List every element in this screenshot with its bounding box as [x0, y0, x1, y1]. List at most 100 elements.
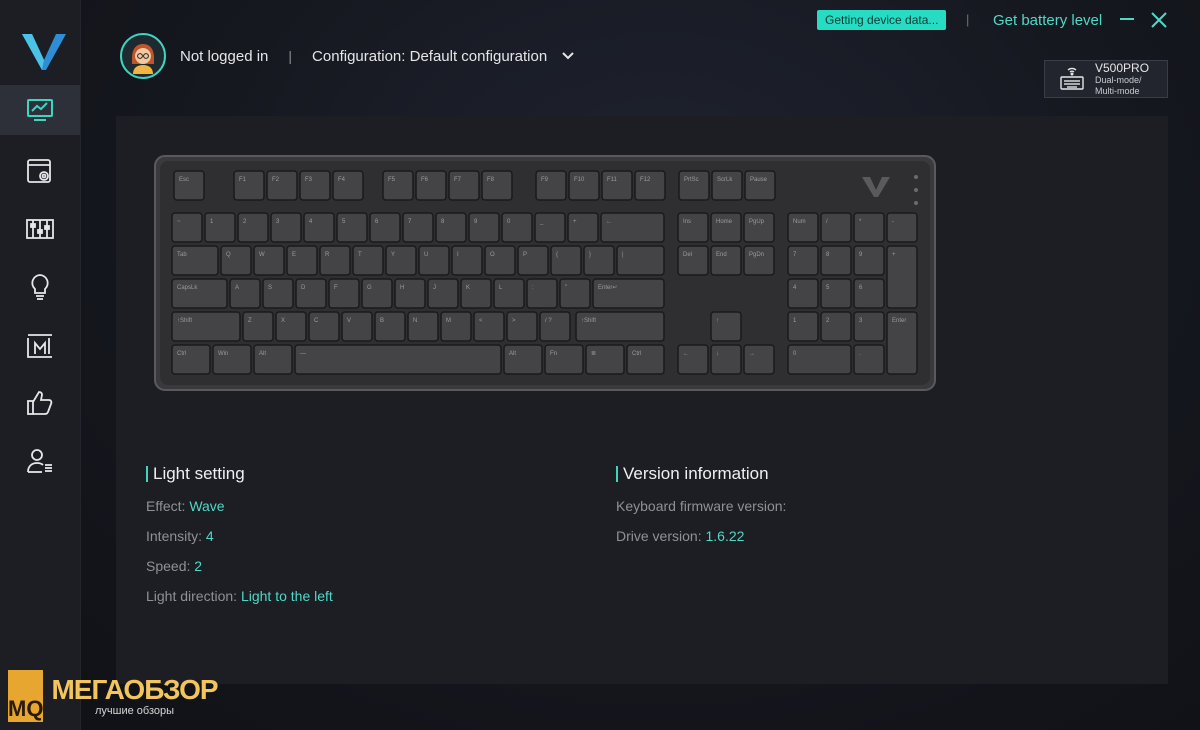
avatar[interactable]	[120, 33, 166, 79]
keyboard-key-label: V	[347, 318, 351, 324]
close-icon[interactable]	[1149, 10, 1169, 30]
keyboard-key-label: F12	[640, 177, 651, 183]
keyboard-key: Ins	[677, 212, 709, 243]
keyboard-key-label: A	[235, 285, 239, 291]
keyboard-key: 6	[369, 212, 401, 243]
keyboard-key: M	[440, 311, 472, 342]
keyboard-key: ↑Shift	[171, 311, 241, 342]
keyboard-key: 4	[787, 278, 819, 309]
keyboard-key-label: CapsLk	[177, 285, 198, 291]
sliders-icon	[26, 219, 54, 239]
keyboard-key: K	[460, 278, 492, 309]
keyboard-key: 5	[336, 212, 368, 243]
keyboard-key-label: Tab	[177, 252, 187, 258]
device-mode-line1: Dual-mode/	[1095, 74, 1142, 85]
sidebar-item-account[interactable]	[0, 436, 80, 486]
sidebar-item-macro[interactable]	[0, 320, 80, 370]
keyboard-key: 0	[787, 344, 852, 375]
keyboard-key: 8	[820, 245, 852, 276]
keyboard-key: E	[286, 245, 318, 276]
minimize-icon[interactable]	[1117, 10, 1137, 30]
keyboard-key: 2	[820, 311, 852, 342]
keyboard-key-label: F10	[574, 177, 585, 183]
keyboard-key: F	[328, 278, 360, 309]
keyboard-key-label: ↑	[716, 318, 719, 324]
keyboard-key: *	[853, 212, 885, 243]
device-card[interactable]: V500PRO Dual-mode/ Multi-mode	[1044, 60, 1168, 98]
thumbs-up-icon	[27, 391, 53, 415]
effect-row: Effect: Wave	[146, 498, 225, 514]
keyboard-key-label: Enter↵	[598, 285, 617, 291]
keyboard-key-label: F9	[541, 177, 549, 183]
device-mode-line2: Multi-mode	[1095, 85, 1140, 96]
keyboard-key: R	[319, 245, 351, 276]
monitor-chart-icon	[27, 99, 53, 121]
keyboard-key: W	[253, 245, 285, 276]
keyboard-key: ←	[600, 212, 665, 243]
keyboard-key: +	[567, 212, 599, 243]
keyboard-key: I	[451, 245, 483, 276]
keyboard-key-label: W	[259, 252, 265, 258]
keyboard-key-label: F8	[487, 177, 495, 183]
watermark-subtitle: лучшие обзоры	[95, 705, 175, 717]
keyboard-key-label: Ins	[683, 219, 691, 225]
keyboard-key-label: T	[358, 252, 362, 258]
sidebar-item-performance[interactable]	[0, 204, 80, 254]
keyboard-key: Num	[787, 212, 819, 243]
lightbulb-icon	[31, 274, 49, 300]
watermark-title: МЕГАОБЗОР	[51, 674, 218, 705]
keyboard-key-label: >	[512, 318, 516, 324]
keyboard-key-label: ↓	[716, 351, 719, 357]
keyboard-key-label: ←	[606, 219, 612, 225]
keyboard-key: }	[583, 245, 615, 276]
keyboard-key-label: Num	[793, 219, 806, 225]
keyboard-key-label: Y	[391, 252, 395, 258]
keyboard-key: >	[506, 311, 538, 342]
keyboard-key: 2	[237, 212, 269, 243]
keyboard-key-label: "	[565, 285, 567, 291]
chevron-down-icon[interactable]	[561, 51, 575, 61]
light-setting-title: Light setting	[146, 465, 245, 482]
keyboard-key-label: G	[367, 285, 372, 291]
device-name: V500PRO	[1095, 60, 1150, 75]
keyboard-key: Win	[212, 344, 252, 375]
keyboard-key-label: F5	[388, 177, 396, 183]
speed-row: Speed: 2	[146, 558, 202, 574]
sidebar-item-keys[interactable]	[0, 146, 80, 196]
keyboard-key-label: F6	[421, 177, 429, 183]
keyboard-key-label: Alt	[259, 351, 266, 357]
keyboard-key: D	[295, 278, 327, 309]
header-separator: |	[288, 48, 293, 64]
keyboard-key: ↓	[710, 344, 742, 375]
keyboard-key: P	[517, 245, 549, 276]
keyboard-key: 9	[468, 212, 500, 243]
login-status[interactable]: Not logged in	[180, 48, 268, 65]
keyboard-key: 4	[303, 212, 335, 243]
keyboard-key-label: K	[466, 285, 470, 291]
sidebar-item-lighting[interactable]	[0, 262, 80, 312]
intensity-value: 4	[205, 528, 214, 544]
keyboard-key: PrtSc	[678, 170, 710, 201]
speed-label: Speed:	[146, 558, 191, 574]
keyboard-key: G	[361, 278, 393, 309]
sidebar	[0, 0, 81, 730]
configuration-selector[interactable]: Configuration: Default configuration	[312, 48, 547, 65]
keyboard-key-label: ↑Shift	[177, 318, 192, 324]
keyboard-key: ScrLk	[711, 170, 743, 201]
keyboard-key: ↑Shift	[575, 311, 665, 342]
get-battery-link[interactable]: Get battery level	[993, 12, 1102, 29]
keyboard-key: :	[526, 278, 558, 309]
keyboard-key-label: Fn	[550, 351, 557, 357]
app-logo	[22, 34, 66, 70]
keyboard-key: 1	[787, 311, 819, 342]
keyboard-key-label: Ctrl	[632, 351, 641, 357]
keyboard-key-label: H	[400, 285, 404, 291]
watermark-badge: MQ	[8, 670, 44, 722]
sidebar-item-overview[interactable]	[0, 85, 80, 135]
keyboard-image: Esc F1 F2 F3 F4 F5 F6 F7 F8 F9 F10 F11 F12 PrtSc ScrLk…	[154, 155, 936, 391]
driver-value: 1.6.22	[705, 528, 745, 544]
keyboard-key: F12	[634, 170, 666, 201]
firmware-row: Keyboard firmware version:	[616, 498, 786, 514]
driver-row: Drive version: 1.6.22	[616, 528, 744, 544]
sidebar-item-recommend[interactable]	[0, 378, 80, 428]
